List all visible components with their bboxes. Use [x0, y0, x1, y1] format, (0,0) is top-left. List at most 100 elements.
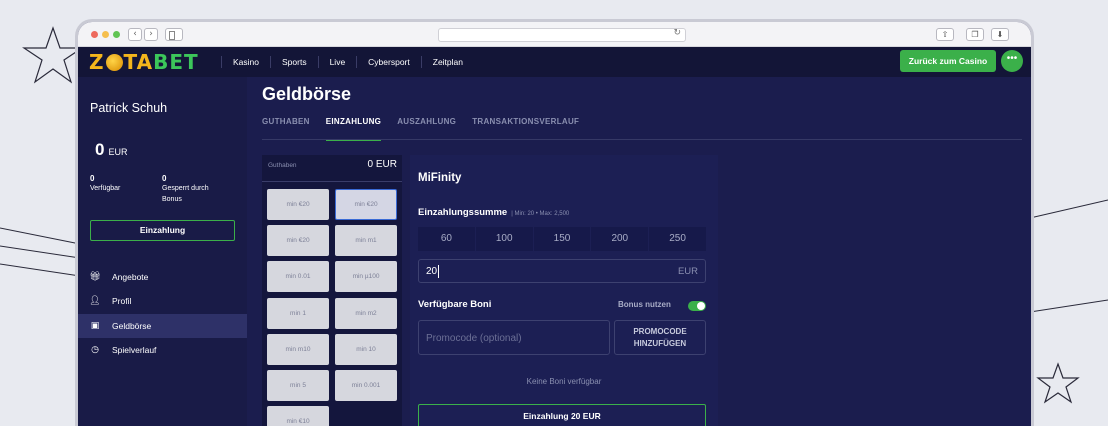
payment-method-tile[interactable]: min 0.001 [335, 370, 397, 401]
methods-divider [262, 181, 402, 182]
methods-header-label: Guthaben [268, 162, 297, 169]
payment-method-tile[interactable]: min 10 [335, 334, 397, 365]
payment-method-tile[interactable]: min m10 [267, 334, 329, 365]
available-value: 0 [90, 174, 95, 183]
payment-method-tile[interactable]: min m2 [335, 298, 397, 329]
wallet-tabs: GUTHABEN EINZAHLUNG AUSZAHLUNG TRANSAKTI… [262, 117, 595, 141]
nav-sports[interactable]: Sports [270, 56, 318, 68]
nav-live[interactable]: Live [317, 56, 357, 68]
preset-amount-button[interactable]: 60 [418, 227, 476, 251]
preset-amount-button[interactable]: 250 [649, 227, 706, 251]
user-name: Patrick Schuh [90, 101, 168, 115]
back-arrow-icon[interactable]: ‹ [128, 28, 142, 41]
payment-method-tile[interactable]: min 1 [267, 298, 329, 329]
payment-method-tile[interactable]: min m1 [335, 225, 397, 256]
page-title: Geldbörse [262, 84, 352, 104]
promo-button-line: HINZUFÜGEN [633, 339, 687, 348]
submit-deposit-button[interactable]: Einzahlung 20 EUR [418, 404, 706, 426]
tab-divider [262, 139, 1022, 140]
minimize-window-icon[interactable] [102, 31, 109, 38]
text-cursor [438, 265, 439, 278]
logo-text: Z [89, 50, 105, 74]
add-promocode-button[interactable]: PROMOCODE HINZUFÜGEN [614, 320, 706, 355]
tab-auszahlung[interactable]: AUSZAHLUNG [397, 117, 456, 141]
amount-currency: EUR [677, 266, 698, 277]
download-icon[interactable]: ⬇ [991, 28, 1009, 41]
sidebar-item-label: Geldbörse [112, 321, 152, 331]
locked-label: Bonus [162, 196, 182, 203]
logo-text: TA [123, 50, 154, 74]
browser-window: ‹ › ↻ ⇧ ❐ ⬇ Z TABET Kasino Sports Live Cy… [78, 22, 1031, 426]
preset-amount-button[interactable]: 150 [534, 227, 592, 251]
sidebar-item-label: Spielverlauf [112, 345, 157, 355]
payment-method-tile[interactable]: min 5 [267, 370, 329, 401]
amount-presets: 60 100 150 200 250 [418, 227, 706, 251]
wallet-icon: ▣ [90, 321, 100, 331]
balance-currency: EUR [108, 147, 128, 157]
payment-method-tile[interactable]: min €20 [267, 225, 329, 256]
forward-arrow-icon[interactable]: › [144, 28, 158, 41]
tab-guthaben[interactable]: GUTHABEN [262, 117, 310, 141]
promocode-input[interactable]: Promocode (optional) [418, 320, 610, 355]
gift-icon: 🎁︎ [89, 272, 101, 282]
promo-button-line: PROMOCODE [633, 327, 687, 336]
browser-chrome: ‹ › ↻ ⇧ ❐ ⬇ [78, 22, 1031, 47]
star-outline-icon [1036, 362, 1080, 404]
sidebar-deposit-button[interactable]: Einzahlung [90, 220, 235, 241]
share-icon[interactable]: ⇧ [936, 28, 954, 41]
methods-header: Guthaben 0 EUR [268, 159, 397, 170]
chat-dots-icon[interactable]: ••• [1001, 50, 1023, 72]
top-navigation: Z TABET Kasino Sports Live Cybersport Zei… [78, 47, 1031, 77]
methods-header-value: 0 EUR [367, 159, 397, 170]
payment-method-tile[interactable]: min €10 [267, 406, 329, 426]
close-window-icon[interactable] [91, 31, 98, 38]
amount-label: Einzahlungssumme | Min: 20 • Max: 2,500 [418, 207, 569, 218]
nav-zeitplan[interactable]: Zeitplan [420, 56, 474, 68]
preset-amount-button[interactable]: 200 [591, 227, 650, 251]
amount-range: | Min: 20 • Max: 2,500 [511, 211, 570, 217]
deposit-form: MiFinity Einzahlungssumme | Min: 20 • Max… [410, 155, 718, 426]
sidebar-item-geldboerse[interactable]: ▣ Geldbörse [78, 314, 247, 338]
amount-input[interactable]: 20 EUR [418, 259, 706, 283]
sidebar-item-label: Profil [112, 296, 132, 306]
user-icon: 👤︎ [89, 296, 101, 306]
back-to-casino-button[interactable]: Zurück zum Casino [900, 50, 996, 72]
zotabet-logo[interactable]: Z TABET [89, 50, 199, 74]
no-boni-message: Keine Boni verfügbar [526, 377, 602, 386]
tab-transaktionsverlauf[interactable]: TRANSAKTIONSVERLAUF [472, 117, 579, 141]
payment-method-tile-selected[interactable]: min €20 [335, 189, 397, 220]
available-label: Verfügbar [90, 185, 121, 192]
sidebar-toggle-icon[interactable] [165, 28, 183, 41]
main-nav: Kasino Sports Live Cybersport Zeitplan [221, 47, 474, 77]
tabs-icon[interactable]: ❐ [966, 28, 984, 41]
locked-label: Gesperrt durch [162, 185, 209, 192]
locked-value: 0 [162, 174, 167, 183]
sidebar-item-profil[interactable]: 👤︎ Profil [78, 289, 247, 313]
payment-methods-panel: Guthaben 0 EUR min €20 min €20 min €20 m… [262, 155, 402, 426]
balance-total: 0 EUR [95, 140, 127, 160]
amount-value: 20 [426, 266, 438, 277]
promocode-placeholder: Promocode (optional) [426, 333, 522, 344]
reload-icon[interactable]: ↻ [673, 28, 681, 38]
logo-text: BET [153, 50, 199, 74]
amount-label-text: Einzahlungssumme [418, 207, 508, 218]
wallet-content: Geldbörse GUTHABEN EINZAHLUNG AUSZAHLUNG… [247, 77, 1031, 426]
bonus-toggle[interactable] [688, 301, 706, 311]
sidebar-item-angebote[interactable]: 🎁︎ Angebote [78, 265, 247, 289]
maximize-window-icon[interactable] [113, 31, 120, 38]
method-name: MiFinity [418, 172, 462, 184]
payment-method-tile[interactable]: min 0.01 [267, 261, 329, 292]
payment-method-tile[interactable]: min €20 [267, 189, 329, 220]
address-bar[interactable]: ↻ [438, 28, 686, 42]
logo-coin-icon [105, 54, 123, 71]
available-boni-label: Verfügbare Boni [418, 299, 492, 310]
preset-amount-button[interactable]: 100 [476, 227, 534, 251]
sidebar-item-spielverlauf[interactable]: ◷ Spielverlauf [78, 338, 247, 362]
payment-method-tile[interactable]: min µ100 [335, 261, 397, 292]
bonus-toggle-label: Bonus nutzen [618, 300, 671, 309]
sidebar-item-label: Angebote [112, 272, 149, 282]
tab-einzahlung[interactable]: EINZAHLUNG [325, 117, 382, 141]
account-sidebar: Patrick Schuh 0 EUR 0 Verfügbar 0 Gesperr… [78, 77, 247, 426]
nav-kasino[interactable]: Kasino [221, 56, 270, 68]
nav-cybersport[interactable]: Cybersport [356, 56, 421, 68]
